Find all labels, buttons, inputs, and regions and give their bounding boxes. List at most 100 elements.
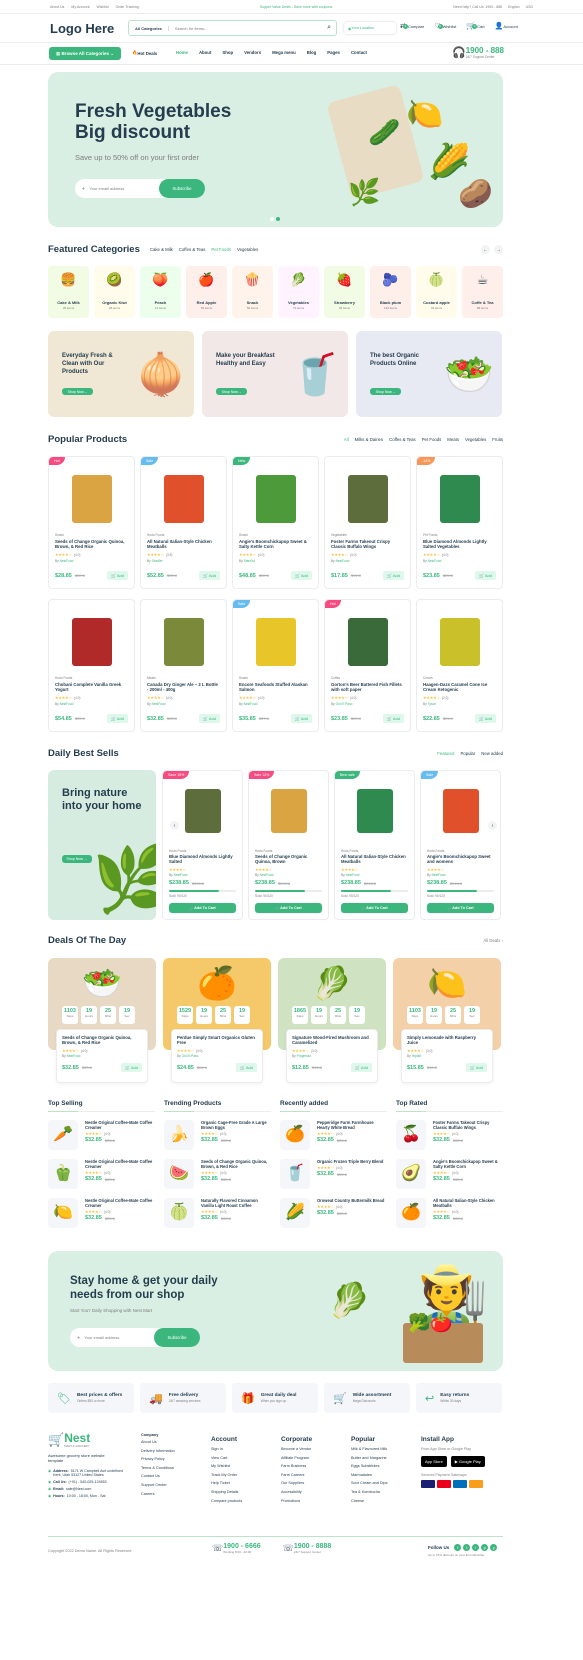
footer-link[interactable]: Eggs Substitutes [351, 1464, 388, 1468]
tab-popular[interactable]: Vegetables [465, 437, 486, 442]
tab-popular[interactable]: Meats [447, 437, 459, 442]
footer-link[interactable]: Support Center [141, 1483, 175, 1487]
search-icon[interactable]: ⌕ [327, 24, 336, 32]
wishlist-button[interactable]: ♡6Wishlist [434, 22, 456, 30]
footer-link[interactable]: My Wishlist [211, 1464, 242, 1468]
vendor-name[interactable]: Old El Paso [336, 702, 353, 706]
footer-link[interactable]: Shipping Details [211, 1490, 242, 1494]
nav-item-mega-menu[interactable]: Mega menu [272, 50, 296, 55]
product-card[interactable]: Meats Canada Dry Ginger Ale – 2 L Bottle … [140, 599, 227, 732]
tab-popular[interactable]: Milks & Dairies [355, 437, 383, 442]
list-item-name[interactable]: Angie's Boomchickapop Sweet & Salty Kett… [433, 1159, 503, 1169]
nav-item-contact[interactable]: Contact [351, 50, 367, 55]
tab-daily[interactable]: Popular [460, 751, 475, 756]
daily-card[interactable]: Save 15% Hodo Foods Blue Diamond Almonds L… [162, 770, 243, 920]
list-item[interactable]: 🥕 Nestle Original Coffee-Mate Coffee Crea… [48, 1120, 155, 1150]
list-item-name[interactable]: Nestle Original Coffee-Mate Coffee Cream… [85, 1159, 155, 1169]
newsletter-subscribe-button[interactable]: Subscribe [154, 1328, 200, 1347]
product-name[interactable]: Foster Farms Takeout Crispy Classic Buff… [331, 539, 404, 550]
nav-item-home[interactable]: Home [176, 50, 188, 55]
footer-link[interactable]: Marmalades [351, 1473, 388, 1477]
deal-card[interactable]: 🍋 1103 Days 19 Hours 25 Mins 19 Sec Simply Lemona… [393, 958, 501, 1083]
footer-link[interactable]: Delivery Information [141, 1449, 175, 1453]
list-item-name[interactable]: Foster Farms Takeout Crispy Classic Buff… [433, 1120, 503, 1130]
footer-link[interactable]: Sign In [211, 1447, 242, 1451]
product-card[interactable]: -14% Pet Foods Blue Diamond Almonds Lightl… [416, 456, 503, 589]
footer-link[interactable]: View Cart [211, 1456, 242, 1460]
add-to-cart-button[interactable]: 🛒 Add To Cart [341, 903, 408, 913]
add-button[interactable]: 🛒 Add [475, 571, 496, 580]
list-item-name[interactable]: Organic Cage-Free Grade A Large Brown Eg… [201, 1120, 271, 1130]
footer-link[interactable]: Compare products [211, 1499, 242, 1503]
footer-link[interactable]: Cheese [351, 1499, 388, 1503]
account-button[interactable]: 👤 Account [495, 22, 518, 30]
deal-card[interactable]: 🥗 1103 Days 19 Hours 25 Mins 19 Sec Seeds of Chan… [48, 958, 156, 1083]
twitter-icon[interactable]: t [463, 1544, 471, 1551]
footer-link[interactable]: Sour Cream and Dips [351, 1481, 388, 1485]
list-item-name[interactable]: All Natural Italian-Style Chicken Meatba… [433, 1198, 503, 1208]
add-button[interactable]: 🛒 Add [107, 714, 128, 723]
category-card[interactable]: 🥝 Organic Kiwi 28 items [94, 266, 135, 318]
footer-link[interactable]: Careers [141, 1492, 175, 1496]
vendor-name[interactable]: NestFood [60, 702, 74, 706]
list-item-name[interactable]: Pepperidge Farm Farmhouse Hearty White B… [317, 1120, 387, 1130]
footer-link[interactable]: Milk & Flavoured Milk [351, 1447, 388, 1451]
add-to-cart-button[interactable]: 🛒 Add To Cart [169, 903, 236, 913]
search-input[interactable]: Search for items... [169, 26, 327, 31]
top-link[interactable]: Wishlist [97, 5, 109, 9]
list-item[interactable]: 🫑 Nestle Original Coffee-Mate Coffee Crea… [48, 1159, 155, 1189]
tab-popular[interactable]: Coffes & Teas [389, 437, 416, 442]
youtube-icon[interactable]: y [490, 1544, 498, 1551]
cart-button[interactable]: 🛒 2 Cart [466, 22, 484, 30]
vendor-name[interactable]: NestFood [244, 702, 258, 706]
product-card[interactable]: Hot Snack Seeds of Change Organic Quinoa, … [48, 456, 135, 589]
all-deals-link[interactable]: All Deals › [483, 938, 503, 943]
tab-daily[interactable]: New added [481, 751, 503, 756]
product-name[interactable]: Encore Seafoods Stuffed Alaskan Salmon [239, 682, 312, 693]
product-card[interactable]: Sale Hodo Foods All Natural Italian-Style … [140, 456, 227, 589]
deal-name[interactable]: Seeds of Change Organic Quinoa, Brown, &… [62, 1035, 142, 1046]
pinterest-icon[interactable]: p [481, 1544, 489, 1551]
add-button[interactable]: 🛒 Add [383, 714, 404, 723]
product-name[interactable]: Canada Dry Ginger Ale – 2 L Bottle - 200… [147, 682, 220, 693]
deal-card[interactable]: 🥬 1865 Days 19 Hours 25 Mins 19 Sec Signature Woo… [278, 958, 386, 1083]
footer-link[interactable]: Track My Order [211, 1473, 242, 1477]
product-card[interactable]: Sale Snack Encore Seafoods Stuffed Alaskan… [232, 599, 319, 732]
browse-categories-button[interactable]: ▦ Browse All Categories ⌄ [49, 47, 121, 60]
footer-link[interactable]: Terms & Conditions [141, 1466, 175, 1470]
vendor-name[interactable]: NestFood [346, 873, 360, 877]
vendor-name[interactable]: NestFood [432, 873, 446, 877]
add-button[interactable]: 🛒 Add [475, 714, 496, 723]
list-item[interactable]: 🥤 Organic Frozen Triple Berry Blend ★★★★☆(… [280, 1159, 387, 1189]
tab-popular[interactable]: Pet Foods [422, 437, 442, 442]
arrow-left-icon[interactable]: ← [481, 245, 490, 254]
tab-featured[interactable]: Coffes & Teas [179, 247, 206, 252]
shop-now-button[interactable]: Shop Now → [370, 388, 401, 395]
product-name[interactable]: Seeds of Change Organic Quinoa, Brown, &… [55, 539, 128, 550]
list-item[interactable]: 🌽 Oroweat Country Buttermilk Bread ★★★★☆ (4… [280, 1198, 387, 1228]
footer-link[interactable]: Contact Us [141, 1474, 175, 1478]
deal-card[interactable]: 🍊 1529 Days 19 Hours 25 Mins 19 Sec Perdue Simply… [163, 958, 271, 1083]
tab-featured[interactable]: Vegetables [237, 247, 258, 252]
footer-link[interactable]: About Us [141, 1440, 175, 1444]
list-item-name[interactable]: Nestle Original Coffee-Mate Coffee Cream… [85, 1198, 155, 1208]
top-link[interactable]: My Account [71, 5, 89, 9]
category-select[interactable]: All Categories [129, 25, 169, 31]
nav-item-about[interactable]: About [199, 50, 211, 55]
newsletter-email-input[interactable]: Your emaill address [80, 1335, 154, 1340]
footer-link[interactable]: Help Ticket [211, 1481, 242, 1485]
top-link[interactable]: Order Tracking [116, 5, 139, 9]
list-item-name[interactable]: Naturally Flavored Cinnamon Vanilla Ligh… [201, 1198, 271, 1208]
hero-subscribe-button[interactable]: Subscribe [159, 179, 205, 198]
app-store-badge[interactable]: App Store [421, 1456, 447, 1467]
product-name[interactable]: Chobani Complete Vanilla Greek Yogurt [55, 682, 128, 693]
daily-shop-button[interactable]: Shop Now → [62, 855, 92, 863]
add-button[interactable]: 🛒 Add [291, 714, 312, 723]
add-button[interactable]: 🛒 Add [199, 571, 220, 580]
add-to-cart-button[interactable]: 🛒 Add To Cart [255, 903, 322, 913]
add-to-cart-button[interactable]: 🛒 Add To Cart [427, 903, 494, 913]
product-name[interactable]: Angie's Boomchickapop Sweet and womens [427, 854, 494, 865]
footer-link[interactable]: Farm Business [281, 1464, 312, 1468]
arrow-right-icon[interactable]: → [494, 245, 503, 254]
hot-deals-link[interactable]: 🔥 Hot Deals [132, 50, 157, 56]
